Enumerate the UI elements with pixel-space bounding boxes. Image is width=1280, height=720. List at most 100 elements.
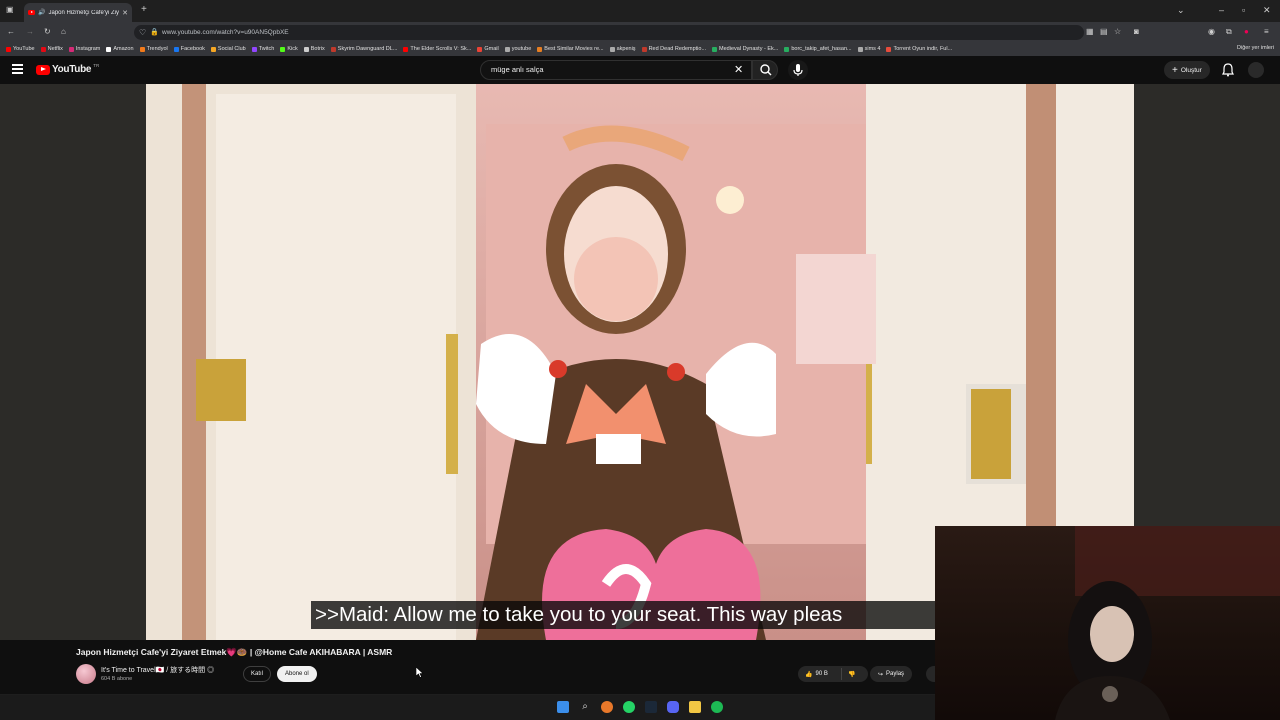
bookmark-item[interactable]: akpeniş — [609, 46, 636, 52]
steam-icon[interactable] — [645, 701, 657, 713]
channel-avatar[interactable] — [76, 664, 96, 684]
bookmark-item[interactable]: YouTube — [6, 46, 35, 52]
bookmark-label: Gmail — [484, 46, 499, 52]
back-icon[interactable]: ← — [7, 27, 15, 36]
thumbs-up-icon: 👍 — [805, 671, 813, 678]
account-avatar[interactable] — [1248, 62, 1264, 78]
clear-search-icon[interactable]: ✕ — [734, 63, 743, 76]
bookmark-favicon-icon — [537, 46, 543, 52]
like-dislike-group: 👍 90 B 👎 — [798, 666, 868, 682]
heart-icon[interactable]: ♡ — [139, 25, 146, 40]
audio-playing-icon[interactable]: 🔊 — [38, 9, 45, 16]
browser-tab[interactable]: 🔊 Japon Hizmetçi Cafe'yi Ziya... ✕ — [24, 3, 132, 22]
close-tab-icon[interactable]: ✕ — [122, 9, 128, 17]
bookmark-item[interactable]: Twitch — [251, 46, 275, 52]
file-explorer-icon[interactable] — [689, 701, 701, 713]
bookmark-label: borc_takip_afet_hasan... — [791, 46, 852, 52]
bookmark-item[interactable]: sims 4 — [857, 46, 881, 52]
bookmark-item[interactable]: The Elder Scrolls V: Sk... — [403, 46, 471, 52]
bookmark-item[interactable]: youtube — [504, 46, 532, 52]
channel-name[interactable]: It's Time to Travel🇯🇵 / 旅する時間 ◎ — [101, 665, 214, 675]
whatsapp-icon[interactable] — [623, 701, 635, 713]
bookmark-item[interactable]: Torrent Oyun indir, Ful... — [886, 46, 952, 52]
youtube-masthead: YouTube TR müge anlı salça ✕ + Oluştur — [0, 56, 1280, 84]
bookmark-favicon-icon — [477, 46, 483, 52]
bookmark-item[interactable]: Best Similar Movies re... — [537, 46, 604, 52]
bookmark-item[interactable]: Red Dead Redemptio... — [641, 46, 706, 52]
spotify-icon[interactable] — [711, 701, 723, 713]
extensions-icon[interactable]: ⧉ — [1226, 27, 1232, 37]
tab-list-icon[interactable]: ▣ — [6, 5, 14, 14]
subscriber-count: 604 B abone — [101, 676, 133, 682]
bookmark-favicon-icon — [886, 46, 892, 52]
notifications-bell-icon[interactable] — [1222, 63, 1234, 77]
bookmark-item[interactable]: borc_takip_afet_hasan... — [784, 46, 852, 52]
bookmark-item[interactable]: Netflix — [40, 46, 63, 52]
home-icon[interactable]: ⌂ — [61, 27, 66, 36]
profile-icon[interactable]: ● — [1244, 27, 1249, 36]
bookmark-item[interactable]: Trendyol — [139, 46, 168, 52]
tab-search-icon[interactable]: ⌄ — [1177, 5, 1185, 16]
vpn-icon[interactable]: ◉ — [1208, 27, 1215, 36]
webcam-overlay — [935, 526, 1280, 720]
create-button[interactable]: + Oluştur — [1164, 61, 1210, 79]
bookmark-favicon-icon — [504, 46, 510, 52]
bookmark-item[interactable]: Medieval Dynasty - Ek... — [712, 46, 778, 52]
bookmark-item[interactable]: Amazon — [106, 46, 134, 52]
bookmark-label: youtube — [511, 46, 532, 52]
hamburger-menu-icon[interactable] — [12, 64, 23, 74]
screenshot-icon[interactable]: ▦ — [1086, 27, 1094, 36]
voice-search-button[interactable] — [788, 60, 808, 80]
join-button[interactable]: Katıl — [243, 666, 272, 682]
bookmark-item[interactable]: Botrix — [303, 46, 325, 52]
address-bar[interactable]: ♡ 🔒 www.youtube.com/watch?v=u90AN5QpbXE — [134, 25, 1084, 40]
close-window-icon[interactable]: ✕ — [1263, 5, 1271, 16]
like-count: 90 B — [815, 671, 828, 677]
reader-icon[interactable]: ▤ — [1100, 27, 1108, 36]
logo-country: TR — [93, 63, 100, 68]
taskbar-search-icon[interactable]: ⌕ — [579, 701, 591, 713]
dislike-button[interactable]: 👎 — [842, 671, 855, 678]
minimize-icon[interactable]: – — [1219, 5, 1224, 15]
new-tab-icon[interactable]: + — [141, 4, 147, 15]
bookmark-favicon-icon — [330, 46, 336, 52]
bookmark-item[interactable]: Instagram — [68, 46, 100, 52]
bookmark-favicon-icon — [251, 46, 257, 52]
bookmark-label: Trendyol — [146, 46, 168, 52]
bookmark-label: Best Similar Movies re... — [544, 46, 604, 52]
search-button[interactable] — [752, 60, 778, 80]
lock-icon[interactable]: 🔒 — [150, 25, 159, 40]
forward-icon[interactable]: → — [26, 27, 34, 36]
share-icon: ↪ — [878, 671, 884, 678]
bookmark-favicon-icon — [280, 46, 286, 52]
bookmark-item[interactable]: Skyrim Dawnguard DL... — [330, 46, 397, 52]
menu-icon[interactable]: ≡ — [1264, 27, 1269, 36]
bookmark-label: sims 4 — [864, 46, 881, 52]
bookmark-label: Twitch — [258, 46, 275, 52]
subscribe-button[interactable]: Abone ol — [277, 666, 317, 682]
bookmark-favicon-icon — [303, 46, 309, 52]
windows-start-icon[interactable] — [557, 701, 569, 713]
bookmark-favicon-icon — [6, 46, 11, 52]
bookmark-item[interactable]: Social Club — [210, 46, 246, 52]
like-button[interactable]: 👍 90 B — [798, 668, 842, 680]
share-button[interactable]: ↪ Paylaş — [870, 666, 913, 682]
bookmark-item[interactable]: Facebook — [173, 46, 205, 52]
firefox-icon[interactable] — [601, 701, 613, 713]
bookmark-item[interactable]: Kick — [280, 46, 298, 52]
youtube-logo[interactable]: YouTube TR — [36, 63, 100, 75]
microphone-icon — [793, 64, 803, 76]
share-label: Paylaş — [886, 671, 905, 677]
search-input[interactable]: müge anlı salça — [480, 60, 752, 80]
restore-icon[interactable]: ▫ — [1242, 5, 1245, 15]
camera-icon[interactable]: ◙ — [1134, 27, 1139, 36]
bookmark-star-icon[interactable]: ☆ — [1114, 27, 1121, 36]
create-label: Oluştur — [1180, 66, 1202, 74]
bookmark-label: Kick — [287, 46, 298, 52]
bookmark-favicon-icon — [139, 46, 145, 52]
other-bookmarks[interactable]: Diğer yer imleri — [1237, 45, 1274, 51]
discord-icon[interactable] — [667, 701, 679, 713]
bookmark-item[interactable]: Gmail — [477, 46, 499, 52]
youtube-play-icon — [36, 64, 50, 75]
reload-icon[interactable]: ↻ — [44, 27, 51, 36]
